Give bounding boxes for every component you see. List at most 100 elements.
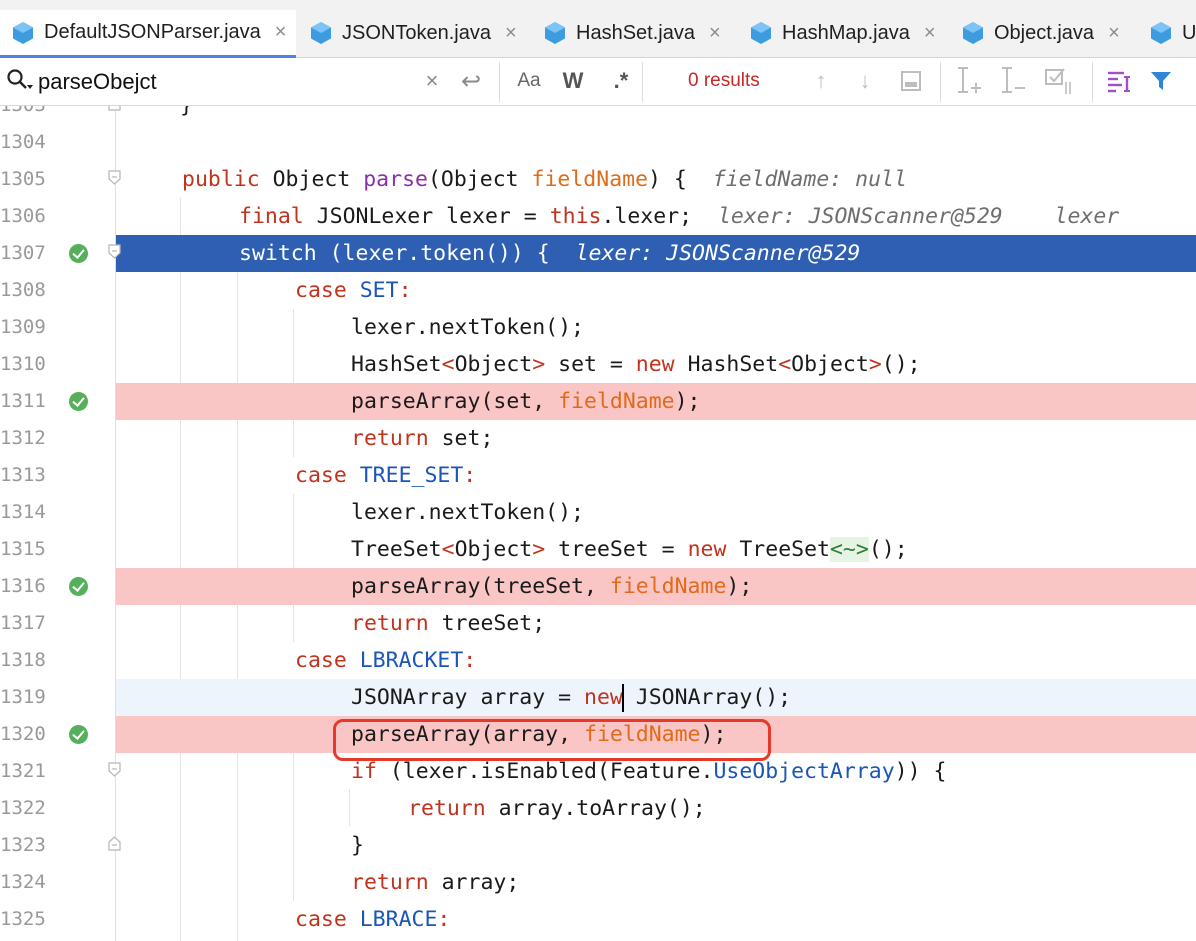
tab-label: Object.java [994,21,1095,44]
divider [642,62,643,102]
tab-hashmap[interactable]: HashMap.java × [750,10,936,56]
match-case-toggle[interactable]: Aa [512,64,546,98]
java-class-icon [750,21,772,45]
code-text: public Object parse(Object fieldName) { … [182,167,907,192]
editor-tab-bar: DefaultJSONParser.java × JSONToken.java … [0,0,1196,58]
code-line[interactable]: 1317 return treeSet; [0,605,1196,642]
code-text: } [351,833,364,858]
code-text: parseArray(set, fieldName); [351,389,701,414]
code-text: JSONArray array = new JSONArray(); [351,684,792,712]
new-line-icon[interactable]: ↩ [456,64,486,98]
select-all-occurrences-icon[interactable] [896,64,926,98]
tab-object[interactable]: Object.java × [962,10,1120,56]
code-text: return treeSet; [351,611,546,636]
breakpoint-verified-icon[interactable] [69,392,88,411]
java-class-icon [12,21,34,45]
code-text: TreeSet<Object> treeSet = new TreeSet<~>… [351,537,908,562]
divider [499,62,500,102]
clear-search-icon[interactable]: × [420,64,444,98]
find-bar: × ↩ Aa W .* 0 results ↑ ↓ [0,58,1196,106]
tab-label: DefaultJSONParser.java [44,21,261,43]
code-line[interactable]: 1313 case TREE_SET: [0,457,1196,494]
breakpoint-verified-icon[interactable] [69,577,88,596]
code-text: parseArray(treeSet, fieldName); [351,574,753,599]
code-line[interactable]: 1324 return array; [0,864,1196,901]
tab-label: JSONToken.java [342,21,491,44]
line-number: 1311 [0,390,46,412]
code-line[interactable]: 1310 HashSet<Object> set = new HashSet<O… [0,346,1196,383]
code-text: return array; [351,870,520,895]
fold-start-icon[interactable] [108,244,121,259]
java-class-icon [962,21,984,45]
diamond-hint: <~> [829,537,869,562]
code-text: final JSONLexer lexer = this.lexer; lexe… [239,204,1120,229]
current-execution-line[interactable]: 1307 switch (lexer.token()) { lexer: JSO… [0,235,1196,272]
code-line[interactable]: 1318 case LBRACKET: [0,642,1196,679]
inline-debug-value: lexer: JSONScanner@529 [717,204,1003,229]
funnel-filter-icon[interactable] [1146,64,1176,98]
line-number: 1306 [0,205,46,227]
fold-start-icon[interactable] [108,762,121,777]
code-line[interactable]: 1309 lexer.nextToken(); [0,309,1196,346]
fold-start-icon[interactable] [108,170,121,185]
inline-debug-value: lexer: JSONScanner@529 [575,241,861,266]
tab-defaultjsonparser[interactable]: DefaultJSONParser.java × [0,10,296,58]
code-line[interactable]: 1323 } [0,827,1196,864]
divider [1092,62,1093,102]
regex-toggle[interactable]: .* [604,64,638,98]
breakpoint-verified-icon[interactable] [69,725,88,744]
code-line[interactable]: 1314 lexer.nextToken(); [0,494,1196,531]
code-line[interactable]: 1308 case SET: [0,272,1196,309]
java-class-icon [310,21,332,45]
breakpoint-line[interactable]: 1311 parseArray(set, fieldName); [0,383,1196,420]
tab-label: HashSet.java [576,21,695,44]
tab-jsontoken[interactable]: JSONToken.java × [310,10,517,56]
code-line[interactable]: 1304 [0,124,1196,161]
code-line[interactable]: 1303 } [0,106,1196,124]
close-tab-icon[interactable]: × [709,22,721,45]
code-line[interactable]: 1322 return array.toArray(); [0,790,1196,827]
tab-label: HashMap.java [782,21,910,44]
breakpoint-verified-icon[interactable] [69,244,88,263]
next-occurrence-icon[interactable]: ↓ [850,64,880,98]
close-tab-icon[interactable]: × [1108,22,1120,45]
code-line[interactable]: 1306 final JSONLexer lexer = this.lexer;… [0,198,1196,235]
caret-line[interactable]: 1319 JSONArray array = new JSONArray(); [0,679,1196,716]
code-line[interactable]: 1325 case LBRACE: [0,901,1196,938]
search-input[interactable] [38,66,418,98]
line-number: 1305 [0,168,46,190]
line-number: 1317 [0,612,46,634]
code-editor[interactable]: 1303 } 1304 1305 public Object parse(Obj… [0,106,1196,941]
code-line[interactable]: 1315 TreeSet<Object> treeSet = new TreeS… [0,531,1196,568]
close-tab-icon[interactable]: × [505,22,517,45]
inline-debug-value: lexer [1054,204,1120,229]
remove-occurrence-icon[interactable] [996,64,1030,98]
line-number: 1324 [0,871,46,893]
exclude-occurrence-icon[interactable] [1042,64,1078,98]
code-text: case LBRACKET: [295,648,477,673]
line-number: 1315 [0,538,46,560]
fold-end-icon[interactable] [108,106,121,111]
add-occurrence-icon[interactable] [952,64,986,98]
previous-occurrence-icon[interactable]: ↑ [806,64,836,98]
line-number: 1304 [0,131,46,153]
line-number: 1325 [0,908,46,930]
line-number: 1307 [0,242,46,264]
filter-search-results-icon[interactable] [1104,64,1134,98]
tab-hashset[interactable]: HashSet.java × [544,10,721,56]
breakpoint-line[interactable]: 1316 parseArray(treeSet, fieldName); [0,568,1196,605]
divider [940,62,941,102]
annotation-highlight-box [333,719,771,761]
line-number: 1323 [0,834,46,856]
tab-truncated[interactable]: U [1150,10,1196,56]
code-line[interactable]: 1312 return set; [0,420,1196,457]
whole-words-toggle[interactable]: W [558,64,588,98]
search-icon[interactable] [6,68,34,99]
code-text: switch (lexer.token()) { lexer: JSONScan… [239,241,861,266]
close-tab-icon[interactable]: × [924,22,936,45]
code-line[interactable]: 1305 public Object parse(Object fieldNam… [0,161,1196,198]
fold-end-icon[interactable] [108,836,121,851]
line-number: 1310 [0,353,46,375]
code-text: case LBRACE: [295,907,451,932]
close-tab-icon[interactable]: × [275,21,287,44]
